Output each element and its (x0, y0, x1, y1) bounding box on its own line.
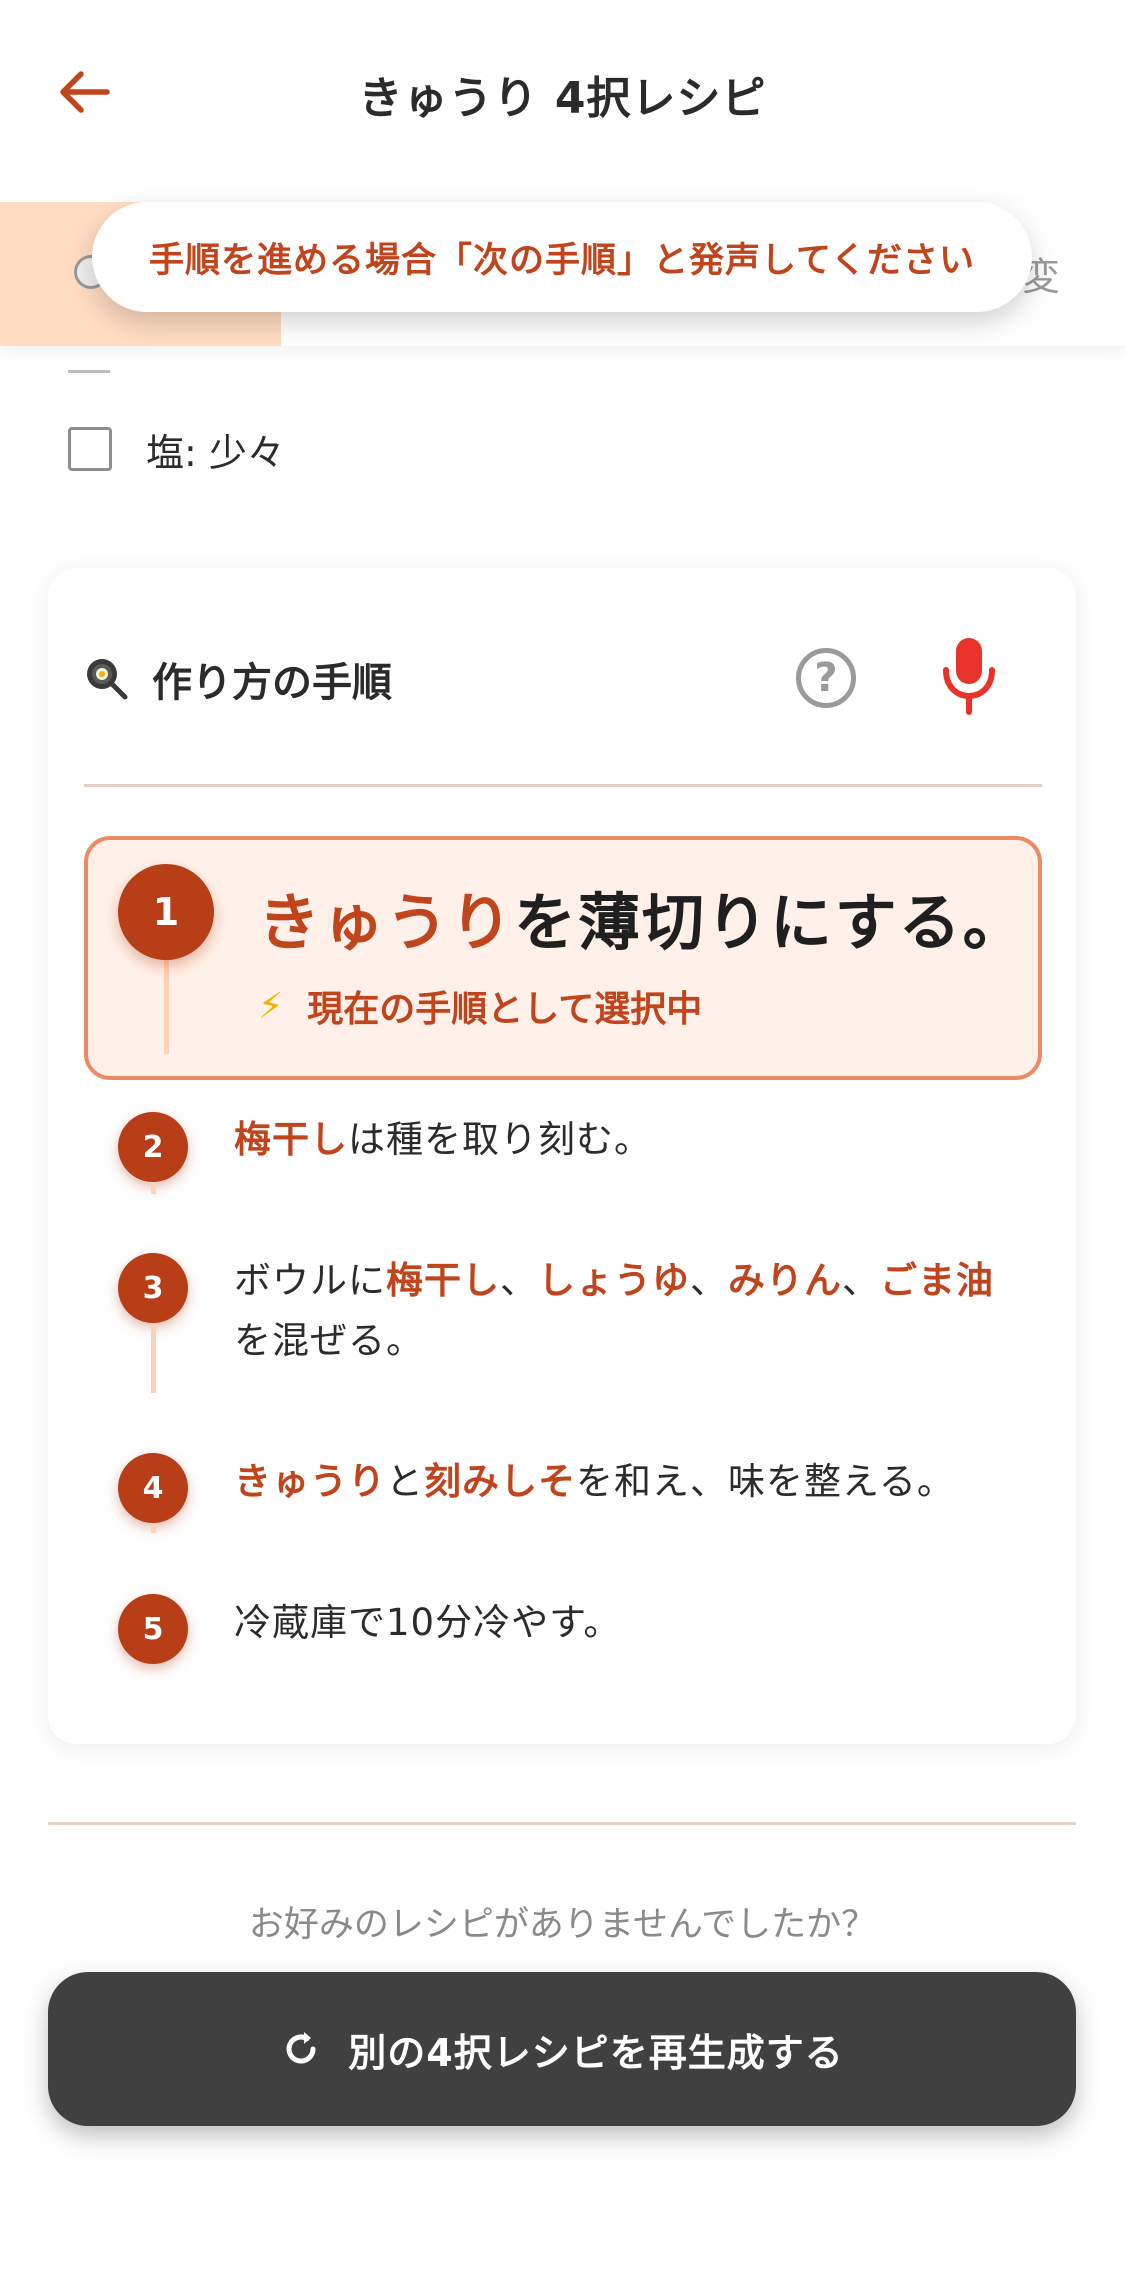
ingredient-divider (68, 370, 110, 373)
ingredient-highlight: 刻みしそ (424, 1460, 576, 1503)
microphone-icon[interactable] (938, 636, 1000, 716)
step-text-segment: を和え、味を整える。 (576, 1460, 955, 1503)
refresh-icon (286, 2032, 316, 2064)
toast-text: 手順を進める場合「次の手順」と発声してください (149, 240, 975, 281)
ingredient-highlight: しょうゆ (538, 1259, 690, 1302)
current-step-note-text: 現在の手順として選択中 (307, 989, 703, 1030)
ingredient-label: 塩: 少々 (146, 430, 285, 475)
step-connector (151, 1523, 156, 1533)
step-text-segment: を薄切りにする。 (514, 886, 1027, 959)
frying-pan-icon (87, 659, 128, 700)
help-button[interactable]: ? (796, 648, 856, 708)
question-circle-icon: ? (814, 655, 838, 701)
page-title: きゅうり 4択レシピ (358, 73, 767, 124)
ingredient-item[interactable]: 塩: 少々 (68, 424, 285, 475)
voice-hint-toast: 手順を進める場合「次の手順」と発声してください (92, 202, 1032, 312)
ingredient-highlight: きゅうり (234, 1460, 386, 1503)
step-number-badge: 1 (118, 864, 214, 960)
step-text-segment: 、 (500, 1259, 538, 1302)
step-text[interactable]: 冷蔵庫で10分冷やす。 (234, 1593, 621, 1653)
step-connector (151, 1323, 156, 1393)
no-preference-question: お好みのレシピがありませんでしたか？ (248, 1905, 877, 1945)
step-number-badge: 2 (118, 1112, 188, 1182)
step-text-segment: ボウルに (234, 1259, 386, 1302)
step-text-segment: と (386, 1460, 424, 1503)
step-number-badge: 3 (118, 1253, 188, 1323)
ingredient-highlight: 梅干し (234, 1118, 348, 1161)
step-text[interactable]: 梅干しは種を取り刻む。 (234, 1110, 652, 1170)
step-number-badge: 4 (118, 1453, 188, 1523)
current-step-note: ⚡ 現在の手順として選択中 (258, 980, 702, 1032)
step-text-segment: は種を取り刻む。 (348, 1118, 652, 1161)
step-connector (151, 1182, 156, 1194)
lightning-icon: ⚡ (258, 985, 284, 1027)
app-header: きゅうり 4択レシピ (0, 0, 1125, 190)
ingredient-highlight: ごま油 (880, 1259, 994, 1302)
step-text-segment: 、 (842, 1259, 880, 1302)
section-divider (48, 1822, 1076, 1825)
steps-title: 作り方の手順 (152, 660, 392, 706)
step-text: きゅうりを薄切りにする。 (258, 872, 1027, 962)
step-text-segment: を混ぜる。 (234, 1319, 424, 1362)
ingredient-highlight: 梅干し (386, 1259, 500, 1302)
card-divider (84, 784, 1042, 787)
regenerate-recipes-button[interactable]: 別の4択レシピを再生成する (48, 1972, 1076, 2126)
step-text-segment: 、 (690, 1259, 728, 1302)
step-text[interactable]: きゅうりと刻みしそを和え、味を整える。 (234, 1452, 955, 1512)
ingredient-checkbox[interactable] (68, 427, 112, 471)
step-text[interactable]: ボウルに梅干し、しょうゆ、みりん、ごま油を混ぜる。 (234, 1251, 1014, 1371)
ingredient-highlight: みりん (728, 1259, 842, 1302)
step-text-segment: 冷蔵庫で10分冷やす。 (234, 1601, 622, 1644)
step-number-badge: 5 (118, 1594, 188, 1664)
regenerate-label: 別の4択レシピを再生成する (348, 2030, 844, 2075)
ingredient-highlight: きゅうり (258, 886, 515, 959)
step-connector (164, 956, 169, 1054)
